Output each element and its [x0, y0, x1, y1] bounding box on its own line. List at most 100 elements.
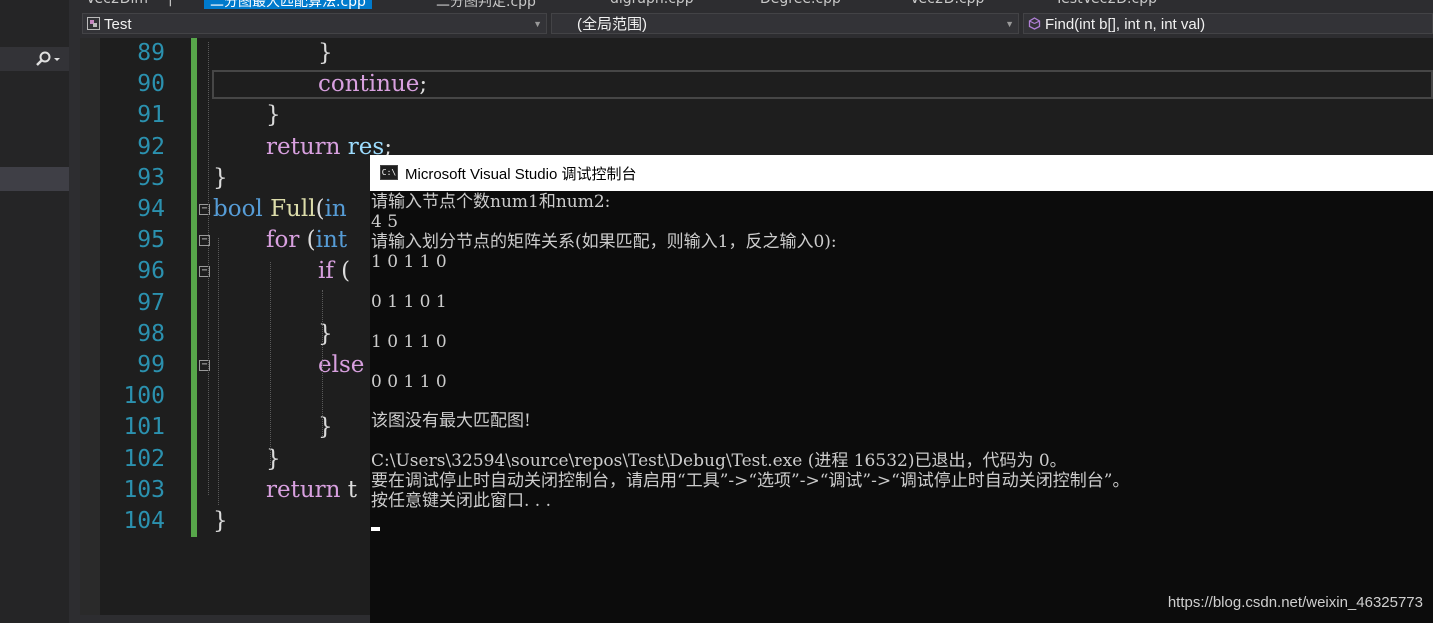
- code-token: (: [333, 258, 351, 285]
- code-token: }: [266, 445, 281, 472]
- line-number: 102: [123, 445, 165, 472]
- member-label: Find(int b[], int n, int val): [1045, 16, 1206, 33]
- indent-guide: [322, 290, 323, 436]
- navigation-bar: Test ▼ (全局范围) ▼ Find(int b[], int n, int…: [80, 10, 1433, 39]
- tab-close-icon[interactable]: |: [168, 0, 173, 9]
- line-number: 93: [137, 164, 165, 191]
- indent-guide: [270, 262, 271, 465]
- line-number: 89: [137, 40, 165, 66]
- member-icon: [1028, 17, 1041, 30]
- console-line: 该图没有最大匹配图!: [371, 411, 531, 432]
- code-token: }: [318, 320, 333, 347]
- indent-guide: [218, 238, 219, 505]
- code-token: }: [266, 102, 281, 129]
- chevron-down-icon: ▼: [1005, 19, 1014, 29]
- code-token: in: [324, 196, 347, 222]
- line-number: 99: [137, 352, 165, 378]
- tab-vec2dim[interactable]: Vec2Dim: [86, 0, 148, 9]
- scope-dropdown[interactable]: (全局范围) ▼: [551, 13, 1019, 34]
- line-number: 100: [123, 383, 165, 410]
- code-token: continue: [318, 71, 420, 98]
- code-token: (: [315, 196, 325, 222]
- code-line[interactable]: }: [266, 100, 281, 131]
- line-number: 104: [123, 508, 165, 534]
- console-line: 按任意键关闭此窗口. . .: [371, 491, 552, 512]
- code-token: int: [315, 227, 348, 254]
- console-line: 4 5: [371, 211, 399, 232]
- line-number: 103: [123, 476, 165, 503]
- line-number: 98: [137, 320, 165, 347]
- code-token: bool: [213, 196, 263, 222]
- code-line[interactable]: }: [213, 506, 228, 537]
- selection-margin[interactable]: [80, 38, 100, 616]
- tab-vec2d[interactable]: Vec2D.cpp: [910, 0, 984, 9]
- tab-digraph[interactable]: digraph.cpp: [610, 0, 694, 9]
- line-number: 97: [137, 289, 165, 316]
- document-tabs: Vec2Dim | 二分图最大匹配算法.cpp 二分图判定.cpp digrap…: [80, 0, 1433, 10]
- line-number: 101: [123, 414, 165, 441]
- code-line[interactable]: if (: [318, 256, 350, 287]
- horizontal-scrollbar[interactable]: [80, 615, 370, 623]
- member-dropdown[interactable]: Find(int b[], int n, int val): [1023, 13, 1433, 34]
- search-toolbar[interactable]: [0, 47, 69, 71]
- indent-guide: [208, 42, 209, 495]
- tab-bipartite-matching[interactable]: 二分图最大匹配算法.cpp: [204, 0, 372, 10]
- watermark: https://blog.csdn.net/weixin_46325773: [1167, 594, 1423, 611]
- search-icon[interactable]: [33, 51, 61, 67]
- code-line[interactable]: }: [266, 444, 281, 475]
- tab-testvec2d[interactable]: TestVec2D.cpp: [1055, 0, 1157, 9]
- console-line: 0 0 1 1 0: [371, 371, 447, 392]
- code-token: (: [299, 227, 316, 254]
- tab-bipartite-check[interactable]: 二分图判定.cpp: [436, 0, 536, 10]
- code-token: }: [213, 508, 228, 534]
- code-token: }: [318, 414, 333, 441]
- code-token: return: [266, 133, 341, 160]
- panel-splitter[interactable]: [69, 0, 80, 623]
- console-app-icon: C:\: [380, 165, 398, 180]
- code-token: ;: [419, 71, 428, 98]
- code-line[interactable]: }: [318, 38, 333, 69]
- console-line: 0 1 1 0 1: [371, 291, 447, 312]
- project-dropdown[interactable]: Test ▼: [82, 13, 547, 34]
- code-line[interactable]: }: [318, 412, 333, 443]
- console-line: 1 0 1 1 0: [371, 331, 447, 352]
- project-icon: [87, 17, 100, 30]
- project-name: Test: [104, 16, 132, 33]
- chevron-down-icon: ▼: [533, 19, 542, 29]
- code-token: return: [266, 476, 341, 503]
- tab-degree[interactable]: Degree.cpp: [760, 0, 841, 9]
- code-token: }: [213, 164, 228, 191]
- code-token: if: [318, 258, 334, 285]
- code-line[interactable]: return t: [266, 475, 357, 506]
- console-line: C:\Users\32594\source\repos\Test\Debug\T…: [371, 451, 1067, 472]
- code-token: for: [266, 227, 300, 254]
- line-number: 94: [137, 196, 165, 222]
- console-title: Microsoft Visual Studio 调试控制台: [405, 166, 637, 183]
- code-token: else: [318, 352, 365, 378]
- console-line: 要在调试停止时自动关闭控制台，请启用“工具”->“选项”->“调试”->“调试停…: [371, 471, 1130, 492]
- line-number: 95: [137, 227, 165, 254]
- code-token: Full: [270, 196, 316, 222]
- solution-explorer-strip: [0, 0, 70, 623]
- code-token: t: [340, 476, 358, 503]
- scope-label: (全局范围): [577, 16, 647, 33]
- code-line[interactable]: }: [318, 319, 333, 350]
- console-title-bar[interactable]: C:\ Microsoft Visual Studio 调试控制台: [370, 155, 1433, 191]
- debug-console-window[interactable]: [370, 155, 1433, 623]
- console-cursor: [371, 527, 380, 531]
- console-line: 1 0 1 1 0: [371, 251, 447, 272]
- console-line: 请输入节点个数num1和num2:: [371, 192, 611, 212]
- code-line[interactable]: }: [213, 163, 228, 194]
- code-token: }: [318, 40, 333, 66]
- line-number: 91: [137, 102, 165, 129]
- code-line[interactable]: else: [318, 350, 364, 381]
- line-number: 96: [137, 258, 165, 285]
- code-line[interactable]: continue;: [318, 69, 427, 100]
- line-number: 92: [137, 133, 165, 160]
- selected-tree-row[interactable]: [0, 167, 69, 191]
- change-tracking-bar: [191, 38, 197, 537]
- code-line[interactable]: for (int: [266, 225, 347, 256]
- code-line[interactable]: bool Full(in: [213, 194, 347, 225]
